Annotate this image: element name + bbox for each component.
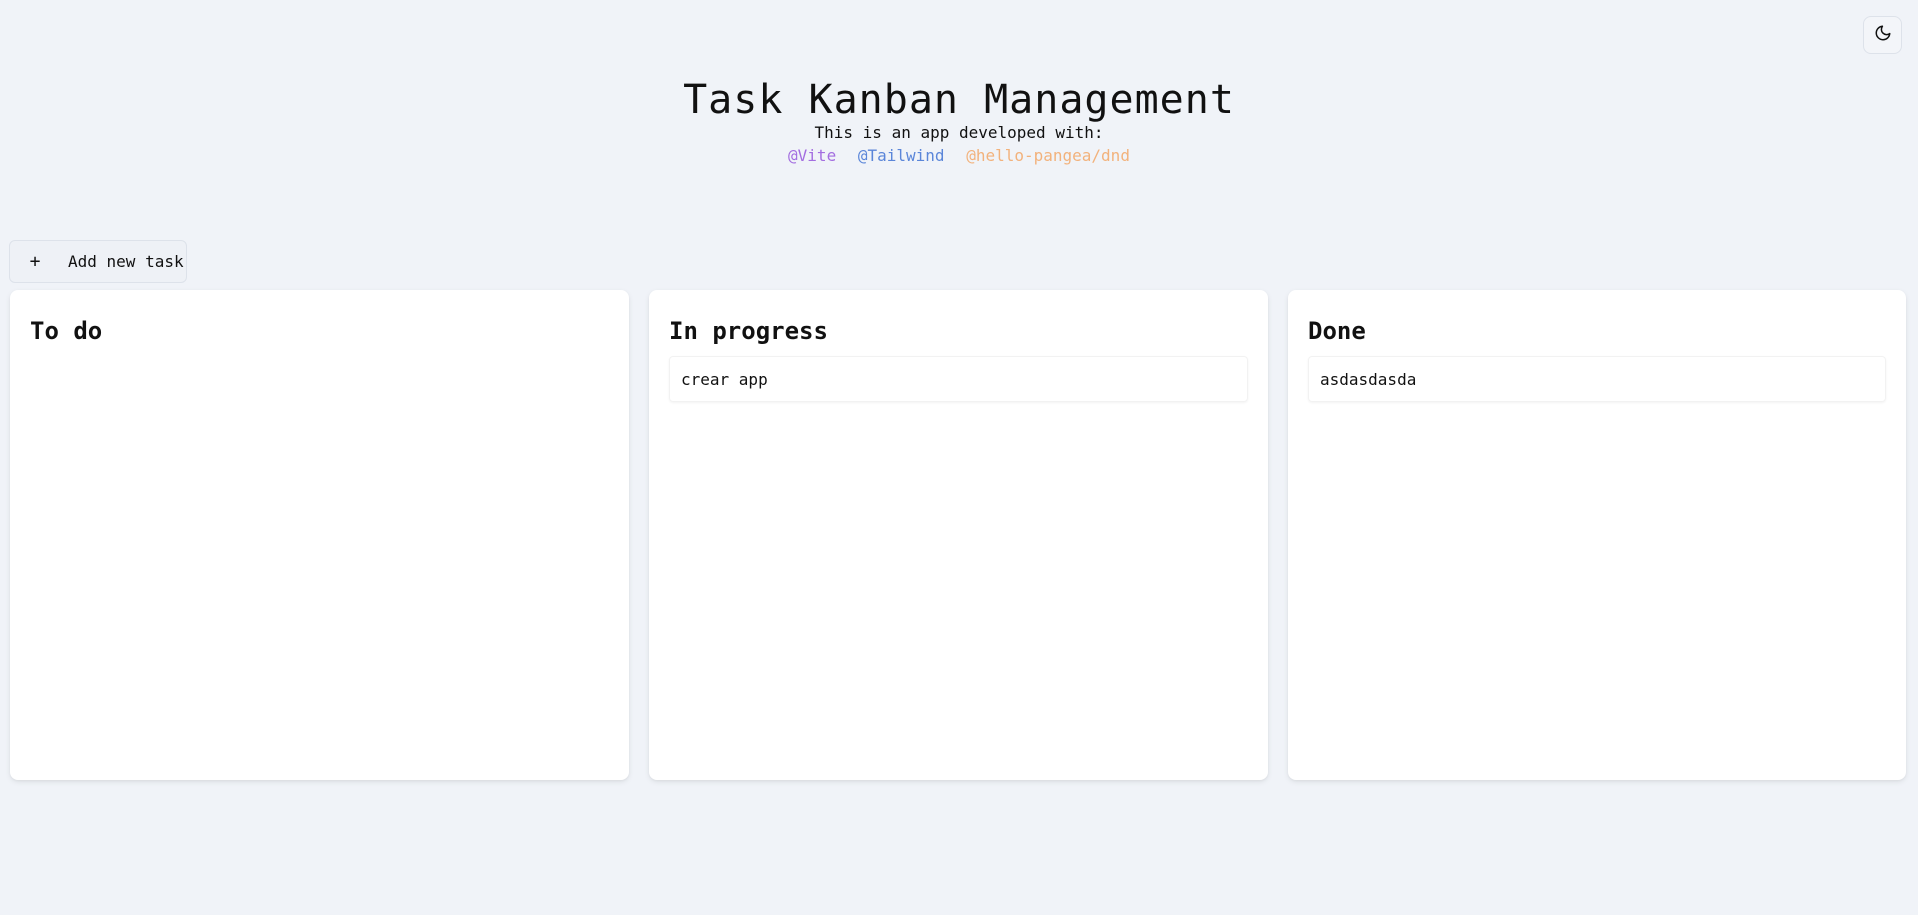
column-title: In progress (669, 317, 828, 345)
column-in-progress[interactable]: In progress crear app (649, 290, 1268, 780)
add-new-task-button[interactable]: + Add new task (9, 240, 187, 283)
kanban-board: To do In progress crear app Done asdasda… (10, 290, 1906, 780)
tech-links: @Vite @Tailwind @hello-pangea/dnd (0, 144, 1918, 168)
page-header: Task Kanban Management This is an app de… (0, 74, 1918, 168)
page-title: Task Kanban Management (683, 77, 1235, 123)
task-text: crear app (681, 369, 768, 389)
task-card[interactable]: crear app (669, 356, 1248, 402)
page-subtitle: This is an app developed with: (814, 123, 1104, 142)
task-card[interactable]: asdasdasda (1308, 356, 1886, 402)
theme-toggle-button[interactable] (1863, 16, 1902, 54)
tech-link-dnd[interactable]: @hello-pangea/dnd (966, 146, 1130, 165)
column-todo[interactable]: To do (10, 290, 629, 780)
add-new-task-label: Add new task (68, 252, 184, 271)
column-title: Done (1308, 317, 1366, 345)
tech-link-tailwind[interactable]: @Tailwind (858, 146, 945, 165)
task-text: asdasdasda (1320, 369, 1417, 389)
column-title: To do (30, 317, 103, 345)
tech-link-vite[interactable]: @Vite (788, 146, 836, 165)
plus-icon: + (29, 251, 41, 272)
column-done[interactable]: Done asdasdasda (1288, 290, 1906, 780)
moon-icon (1874, 24, 1892, 46)
